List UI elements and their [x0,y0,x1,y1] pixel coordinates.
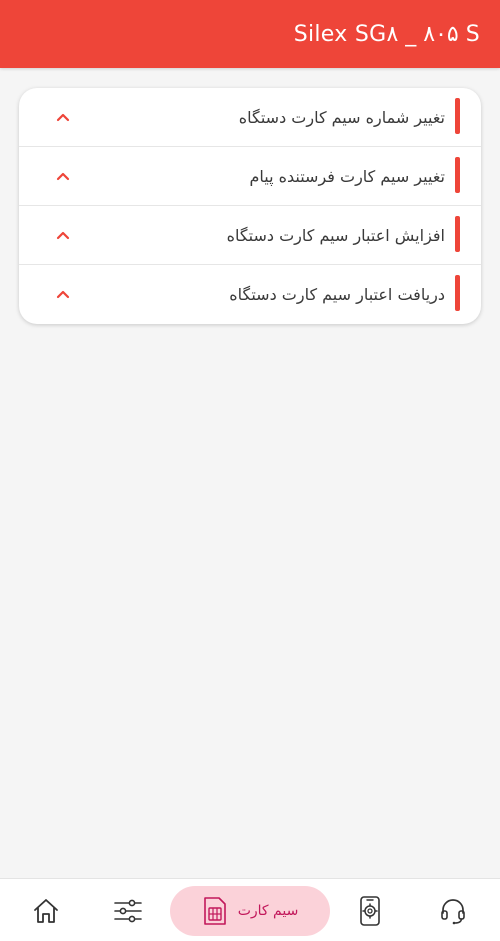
list-item-label: تغییر سیم کارت فرستنده پیام [249,166,445,186]
chevron-up-icon[interactable] [55,109,71,125]
list-item-increase-sim-credit[interactable]: افزایش اعتبار سیم کارت دستگاه [19,206,481,265]
bottom-navigation: سیم کارت [0,878,500,941]
page-title: Silex SG۸ _ ۸۰۵ S [293,21,480,47]
sim-card-icon [203,897,226,925]
phone-settings-icon [360,896,380,926]
home-icon [34,899,58,923]
list-item-label: دریافت اعتبار سیم کارت دستگاه [229,284,445,304]
nav-settings-button[interactable] [110,893,146,929]
nav-device-button[interactable] [352,893,388,929]
list-item-label: افزایش اعتبار سیم کارت دستگاه [226,225,445,245]
accent-bar [455,157,460,193]
chevron-up-icon[interactable] [55,286,71,302]
sliders-icon [114,899,142,923]
chevron-up-icon[interactable] [55,227,71,243]
nav-sim-card-button[interactable]: سیم کارت [170,886,330,936]
list-item-get-sim-credit[interactable]: دریافت اعتبار سیم کارت دستگاه [19,265,481,324]
list-item-change-sender-sim[interactable]: تغییر سیم کارت فرستنده پیام [19,147,481,206]
list-item-label: تغییر شماره سیم کارت دستگاه [238,107,445,127]
nav-support-button[interactable] [435,893,471,929]
accent-bar [455,275,460,311]
app-header: Silex SG۸ _ ۸۰۵ S [0,0,500,68]
nav-home-button[interactable] [28,893,64,929]
chevron-up-icon[interactable] [55,168,71,184]
list-item-change-device-sim-number[interactable]: تغییر شماره سیم کارت دستگاه [19,88,481,147]
sim-options-list: تغییر شماره سیم کارت دستگاه تغییر سیم کا… [19,88,481,324]
nav-active-label: سیم کارت [237,903,299,919]
accent-bar [455,98,460,134]
accent-bar [455,216,460,252]
headset-icon [441,899,465,925]
